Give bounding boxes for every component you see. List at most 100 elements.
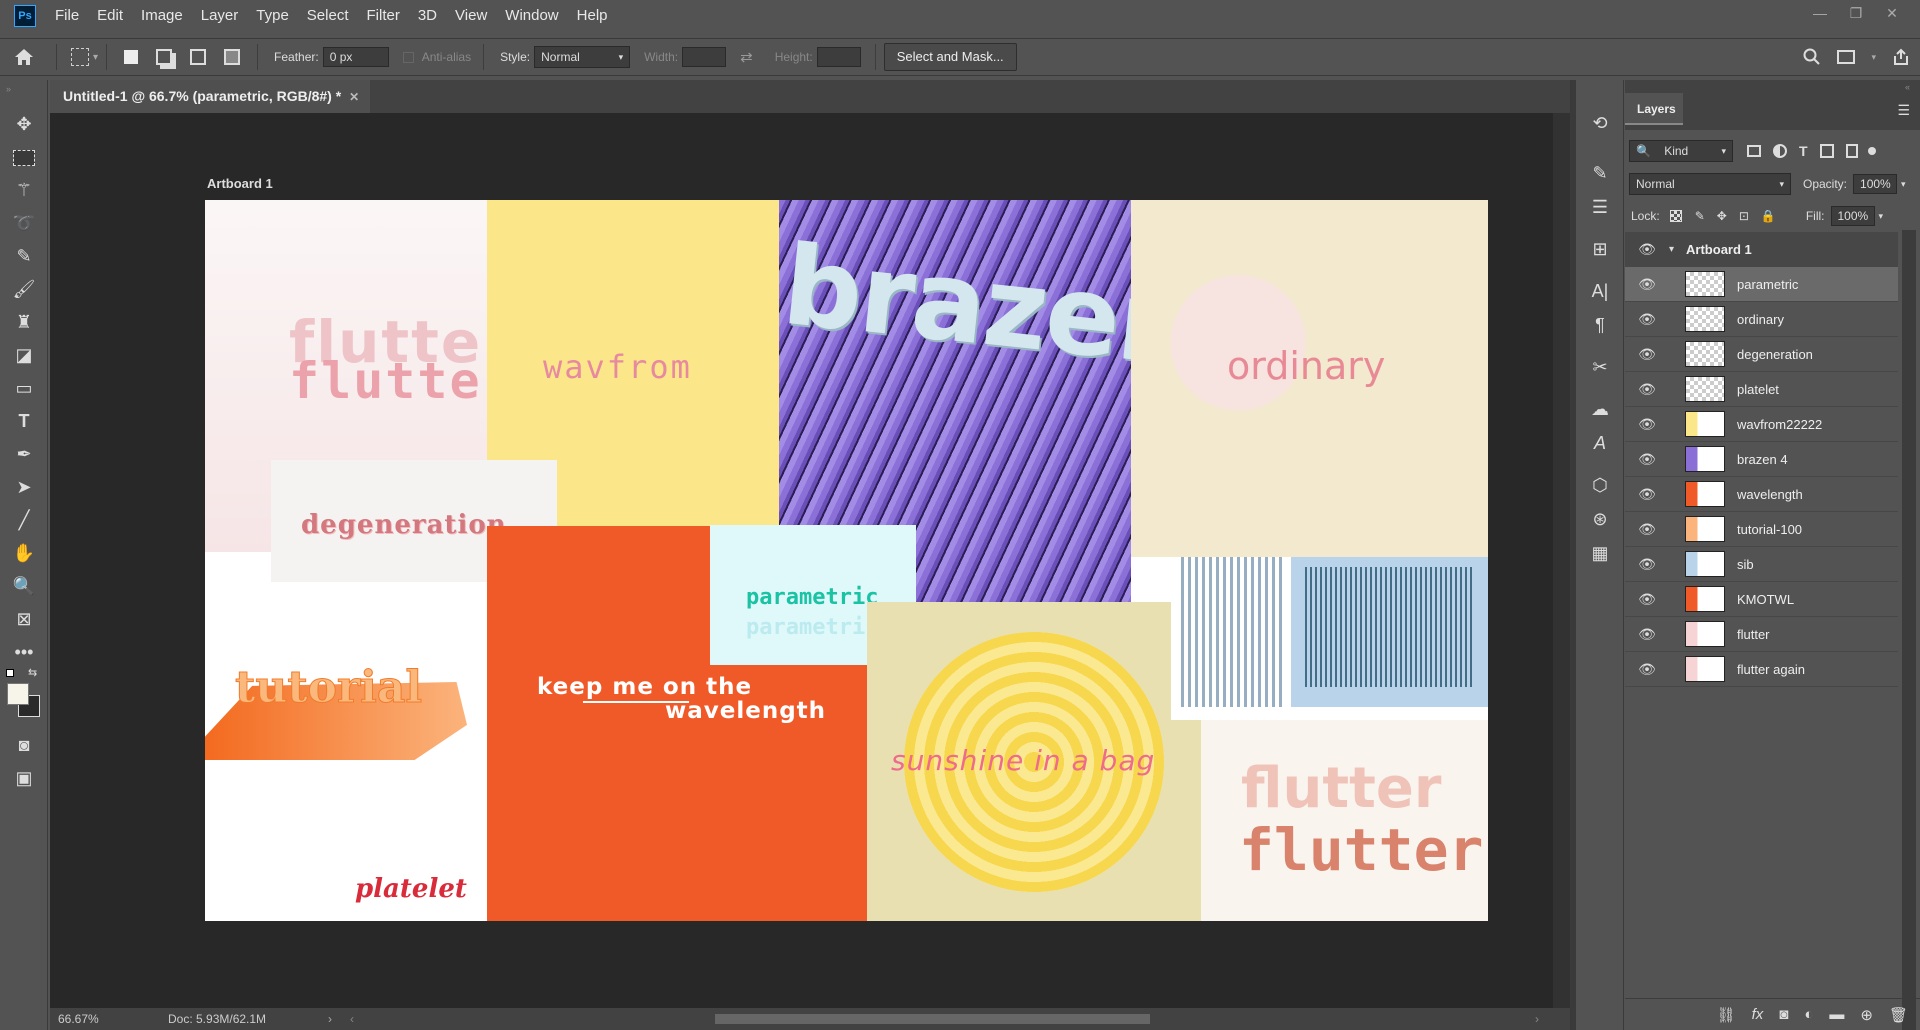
layer-name[interactable]: degeneration	[1737, 347, 1813, 362]
layer-thumbnail[interactable]	[1685, 621, 1725, 647]
stamp-icon[interactable]: ♜	[0, 306, 48, 339]
menu-filter[interactable]: Filter	[358, 0, 409, 32]
restore-button[interactable]: ❐	[1838, 0, 1874, 26]
layer-row[interactable]: 👁 wavfrom22222	[1625, 407, 1898, 442]
lock-pixels-icon[interactable]: ✎	[1695, 209, 1705, 223]
layer-row[interactable]: 👁 KMOTWL	[1625, 582, 1898, 617]
layer-thumbnail[interactable]	[1685, 271, 1725, 297]
paragraph-icon[interactable]: ¶	[1576, 308, 1624, 342]
visibility-eye-icon[interactable]: 👁	[1637, 556, 1657, 572]
layer-row[interactable]: 👁 flutter again	[1625, 652, 1898, 687]
fill-input[interactable]: 100%	[1830, 206, 1875, 226]
adjustments-icon[interactable]: ✎	[1576, 156, 1624, 190]
feather-input[interactable]: 0 px	[322, 47, 389, 67]
artboard-group-row[interactable]: 👁 ▾ Artboard 1	[1625, 232, 1898, 267]
properties-icon[interactable]: ☰	[1576, 190, 1624, 224]
intersect-selection-icon[interactable]	[224, 49, 241, 65]
layer-thumbnail[interactable]	[1685, 306, 1725, 332]
marquee-preset-icon[interactable]: ▾	[71, 48, 98, 66]
quick-mask-icon[interactable]: ◙	[0, 729, 48, 762]
chevron-down-icon[interactable]: ▾	[1669, 244, 1674, 255]
eyedropper-icon[interactable]: ✎	[0, 240, 48, 273]
chevron-down-icon[interactable]: ▾	[1871, 52, 1876, 63]
menu-window[interactable]: Window	[496, 0, 567, 32]
layer-name[interactable]: wavelength	[1737, 487, 1803, 502]
menu-image[interactable]: Image	[132, 0, 192, 32]
menu-type[interactable]: Type	[247, 0, 298, 32]
visibility-eye-icon[interactable]: 👁	[1637, 486, 1657, 502]
marquee-tool-icon[interactable]	[0, 141, 48, 174]
layers-tab[interactable]: Layers	[1625, 93, 1683, 125]
lock-all-icon[interactable]: 🔒	[1761, 209, 1776, 223]
filter-smart-icon[interactable]	[1845, 144, 1858, 158]
layer-name[interactable]: flutter	[1737, 627, 1770, 642]
share-icon[interactable]	[1892, 48, 1910, 66]
layer-row[interactable]: 👁 degeneration	[1625, 337, 1898, 372]
layer-thumbnail[interactable]	[1685, 551, 1725, 577]
lock-artboard-icon[interactable]: ⊡	[1739, 209, 1749, 223]
layer-row[interactable]: 👁 parametric	[1625, 267, 1898, 302]
layer-row[interactable]: 👁 ordinary	[1625, 302, 1898, 337]
menu-view[interactable]: View	[446, 0, 496, 32]
chevron-down-icon[interactable]: ▾	[1901, 179, 1906, 190]
layer-name[interactable]: parametric	[1737, 277, 1798, 292]
default-colors-icon[interactable]	[6, 669, 14, 677]
layer-row[interactable]: 👁 tutorial-100	[1625, 512, 1898, 547]
history-icon[interactable]: ⟲	[1576, 106, 1624, 140]
frame-icon[interactable]: ⊠	[0, 603, 48, 636]
visibility-eye-icon[interactable]: 👁	[1637, 626, 1657, 642]
opacity-input[interactable]: 100%	[1853, 174, 1898, 194]
delete-layer-icon[interactable]: 🗑	[1889, 1006, 1908, 1024]
artboard-group-name[interactable]: Artboard 1	[1686, 242, 1752, 257]
swatches-icon[interactable]: ▦	[1576, 536, 1624, 570]
filter-type-icon[interactable]: T	[1799, 143, 1808, 159]
layer-name[interactable]: brazen 4	[1737, 452, 1788, 467]
lock-transparent-icon[interactable]	[1669, 210, 1682, 222]
menu-select[interactable]: Select	[298, 0, 358, 32]
chevron-down-icon[interactable]: ▾	[1879, 211, 1884, 222]
swap-icon[interactable]: ⇄	[740, 48, 753, 66]
character-icon[interactable]: A|	[1576, 274, 1624, 308]
layer-thumbnail[interactable]	[1685, 481, 1725, 507]
filter-shape-icon[interactable]	[1819, 144, 1834, 158]
eraser-icon[interactable]: ◪	[0, 339, 48, 372]
layer-thumbnail[interactable]	[1685, 376, 1725, 402]
artboard[interactable]: flutter flutter wavfrom brazen ordinary …	[205, 200, 1488, 921]
filter-toggle-icon[interactable]	[1867, 147, 1876, 155]
layer-mask-icon[interactable]: ◙	[1779, 1006, 1788, 1023]
collapse-icon[interactable]: »	[0, 80, 47, 108]
new-selection-icon[interactable]	[124, 50, 139, 64]
creative-cloud-icon[interactable]: ☁	[1576, 392, 1624, 426]
tool-presets-icon[interactable]: ✂	[1576, 350, 1624, 384]
path-select-icon[interactable]: ➤	[0, 471, 48, 504]
menu-file[interactable]: File	[46, 0, 88, 32]
height-input[interactable]	[816, 47, 861, 67]
layer-row[interactable]: 👁 brazen 4	[1625, 442, 1898, 477]
filter-adjustment-icon[interactable]	[1773, 144, 1787, 158]
layer-name[interactable]: platelet	[1737, 382, 1779, 397]
panel-menu-icon[interactable]: ☰	[1897, 102, 1910, 119]
gradient-icon[interactable]: ▭	[0, 372, 48, 405]
move-tool-icon[interactable]: ✥	[0, 108, 48, 141]
minimize-button[interactable]: —	[1802, 0, 1838, 26]
layer-row[interactable]: 👁 flutter	[1625, 617, 1898, 652]
layer-row[interactable]: 👁 platelet	[1625, 372, 1898, 407]
select-and-mask-button[interactable]: Select and Mask...	[883, 43, 1017, 71]
glyphs-icon[interactable]: A	[1576, 426, 1624, 460]
line-icon[interactable]: ╱	[0, 504, 48, 537]
layer-thumbnail[interactable]	[1685, 341, 1725, 367]
layer-thumbnail[interactable]	[1685, 411, 1725, 437]
new-group-icon[interactable]: ▬	[1829, 1006, 1844, 1023]
brush-icon[interactable]: 🖌	[0, 273, 48, 306]
style-select[interactable]: Normal ▾	[534, 46, 631, 68]
visibility-eye-icon[interactable]: 👁	[1637, 591, 1657, 607]
subtract-selection-icon[interactable]	[190, 49, 207, 65]
menu-layer[interactable]: Layer	[192, 0, 248, 32]
add-selection-icon[interactable]	[156, 49, 173, 65]
zoom-icon[interactable]: 🔍	[0, 570, 48, 603]
visibility-eye-icon[interactable]: 👁	[1637, 346, 1657, 362]
libraries-icon[interactable]: ⊞	[1576, 232, 1624, 266]
visibility-eye-icon[interactable]: 👁	[1637, 521, 1657, 537]
close-tab-icon[interactable]: ✕	[349, 90, 359, 104]
visibility-eye-icon[interactable]: 👁	[1637, 416, 1657, 432]
